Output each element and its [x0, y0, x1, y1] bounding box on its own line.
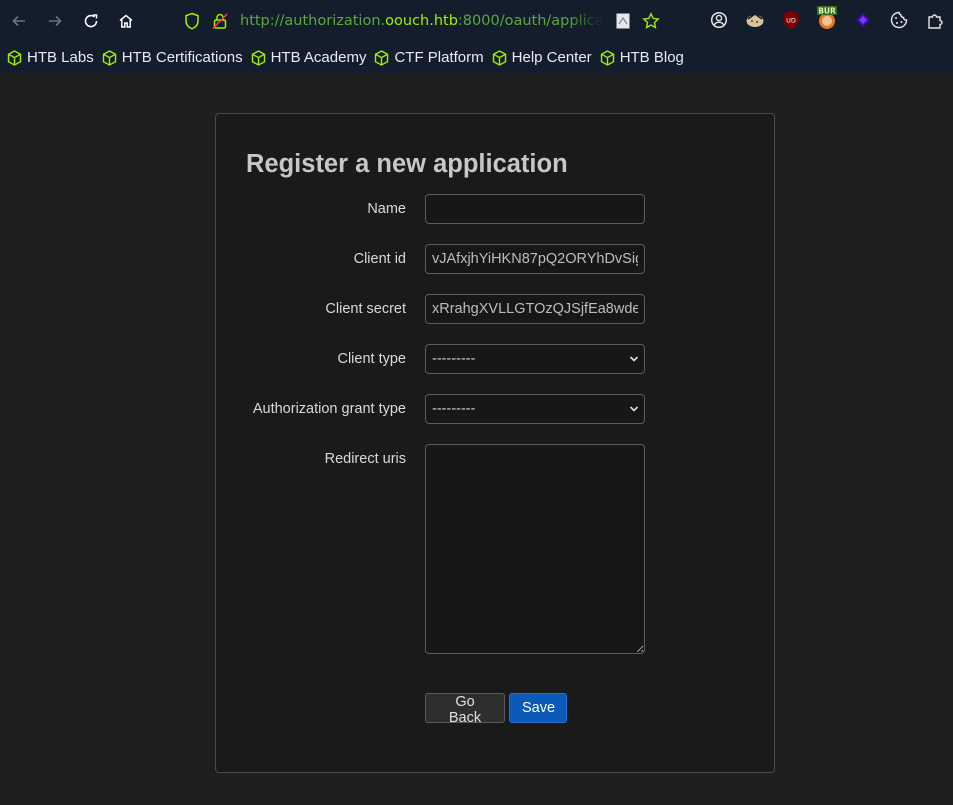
bookmark-htb-academy[interactable]: HTB Academy	[251, 46, 367, 70]
browser-toolbar: http://authorization.oouch.htb:8000/oaut…	[0, 0, 953, 42]
wappalyzer-icon[interactable]	[852, 9, 874, 31]
url-prefix: http://authorization.	[240, 13, 386, 29]
htb-cube-icon	[375, 49, 389, 66]
grant-type-select[interactable]: ---------	[425, 394, 645, 424]
cookie-editor-icon[interactable]	[744, 9, 766, 31]
page-title: Register a new application	[246, 150, 568, 178]
page-action-icon[interactable]	[616, 13, 630, 34]
url-host: oouch.htb	[385, 13, 458, 29]
htb-cube-icon	[7, 49, 22, 66]
bookmarks-toolbar: HTB Labs HTB Certifications HTB Academy …	[0, 42, 953, 73]
bookmark-help-center[interactable]: Help Center	[492, 46, 592, 70]
bookmark-label: HTB Labs	[27, 49, 94, 66]
ublock-icon[interactable]: UD	[780, 9, 802, 31]
bookmark-ctf-platform[interactable]: CTF Platform	[374, 46, 484, 70]
extensions-icon[interactable]	[924, 9, 946, 31]
client-type-select-wrapper: ---------	[425, 344, 645, 374]
cookie-icon[interactable]	[888, 9, 910, 31]
redirect-uris-textarea[interactable]	[425, 444, 645, 654]
url-text[interactable]: http://authorization.oouch.htb:8000/oaut…	[240, 12, 604, 30]
name-label: Name	[367, 201, 406, 217]
insecure-lock-icon[interactable]	[212, 12, 228, 35]
client-id-label: Client id	[353, 251, 406, 267]
url-suffix: :8000/oauth/applications/register/	[457, 13, 604, 29]
grant-type-label: Authorization grant type	[252, 401, 406, 417]
bookmark-label: HTB Blog	[619, 49, 684, 66]
bookmark-label: HTB Academy	[270, 49, 367, 66]
account-icon[interactable]	[708, 9, 730, 31]
address-bar[interactable]: http://authorization.oouch.htb:8000/oaut…	[178, 6, 664, 36]
register-application-card: Register a new application Name Client i…	[215, 113, 775, 773]
client-type-select[interactable]: ---------	[425, 344, 645, 374]
redirect-uris-label: Redirect uris	[324, 451, 406, 467]
forward-arrow-icon[interactable]	[42, 8, 68, 34]
burp-label: BUR	[818, 7, 836, 16]
htb-cube-icon	[251, 49, 265, 66]
go-back-button[interactable]: Go Back	[425, 693, 505, 726]
client-id-input[interactable]	[425, 244, 645, 274]
bookmark-star-icon[interactable]	[642, 12, 660, 35]
bookmark-htb-labs[interactable]: HTB Labs	[7, 46, 94, 70]
client-type-label: Client type	[337, 351, 406, 367]
bookmark-label: CTF Platform	[394, 49, 484, 66]
name-input[interactable]	[425, 194, 645, 224]
tracking-shield-icon[interactable]	[184, 12, 200, 35]
bookmark-label: Help Center	[511, 49, 592, 66]
ublock-label: UD	[786, 17, 796, 25]
home-icon[interactable]	[113, 8, 139, 34]
burp-icon[interactable]: BUR	[816, 6, 838, 29]
htb-cube-icon	[102, 49, 116, 66]
bookmark-htb-blog[interactable]: HTB Blog	[600, 46, 684, 70]
bookmark-label: HTB Certifications	[121, 49, 243, 66]
save-button[interactable]: Save	[509, 693, 567, 723]
bookmark-htb-certifications[interactable]: HTB Certifications	[102, 46, 243, 70]
client-secret-label: Client secret	[325, 301, 406, 317]
grant-type-select-wrapper: ---------	[425, 394, 645, 424]
htb-cube-icon	[492, 49, 506, 66]
back-arrow-icon[interactable]	[6, 8, 32, 34]
htb-cube-icon	[600, 49, 614, 66]
client-secret-input[interactable]	[425, 294, 645, 324]
reload-icon[interactable]	[78, 8, 104, 34]
